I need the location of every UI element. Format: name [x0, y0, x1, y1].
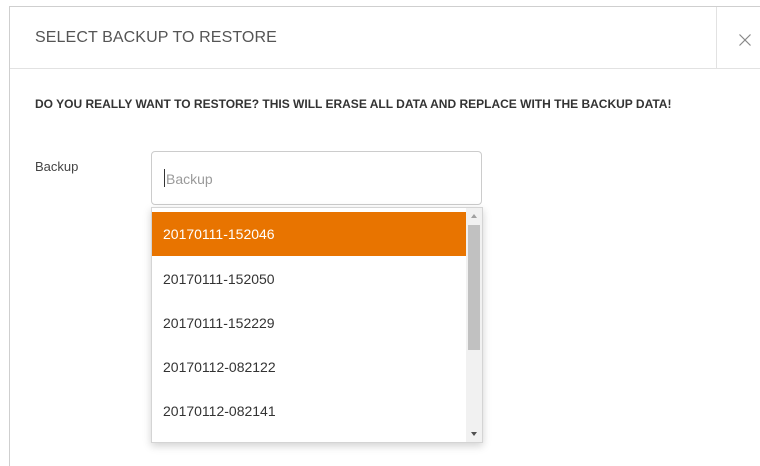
- dialog-title: SELECT BACKUP TO RESTORE: [35, 29, 277, 46]
- backup-input[interactable]: Backup: [151, 151, 482, 205]
- dropdown-option[interactable]: 20170111-152229: [152, 301, 466, 345]
- dropdown-scrollbar[interactable]: [466, 208, 482, 442]
- close-icon: [739, 34, 751, 46]
- dropdown-option[interactable]: 20170111-152046: [152, 212, 466, 256]
- text-cursor: [164, 169, 165, 187]
- backup-dropdown-list: 20170111-152046 20170111-152050 20170111…: [151, 207, 483, 443]
- scroll-up-arrow-icon[interactable]: [466, 208, 482, 224]
- backup-field-label: Backup: [35, 159, 79, 174]
- dropdown-option[interactable]: 20170112-082141: [152, 389, 466, 433]
- restore-warning-text: DO YOU REALLY WANT TO RESTORE? THIS WILL…: [35, 97, 672, 111]
- scroll-down-arrow-icon[interactable]: [466, 426, 482, 442]
- close-button[interactable]: [716, 7, 760, 68]
- restore-backup-dialog: SELECT BACKUP TO RESTORE DO YOU REALLY W…: [9, 6, 760, 466]
- scrollbar-thumb[interactable]: [468, 225, 480, 350]
- dropdown-option[interactable]: 20170112-082122: [152, 345, 466, 389]
- dropdown-option[interactable]: 20170111-152050: [152, 257, 466, 301]
- dialog-header: SELECT BACKUP TO RESTORE: [10, 7, 760, 69]
- backup-input-placeholder: Backup: [166, 171, 213, 187]
